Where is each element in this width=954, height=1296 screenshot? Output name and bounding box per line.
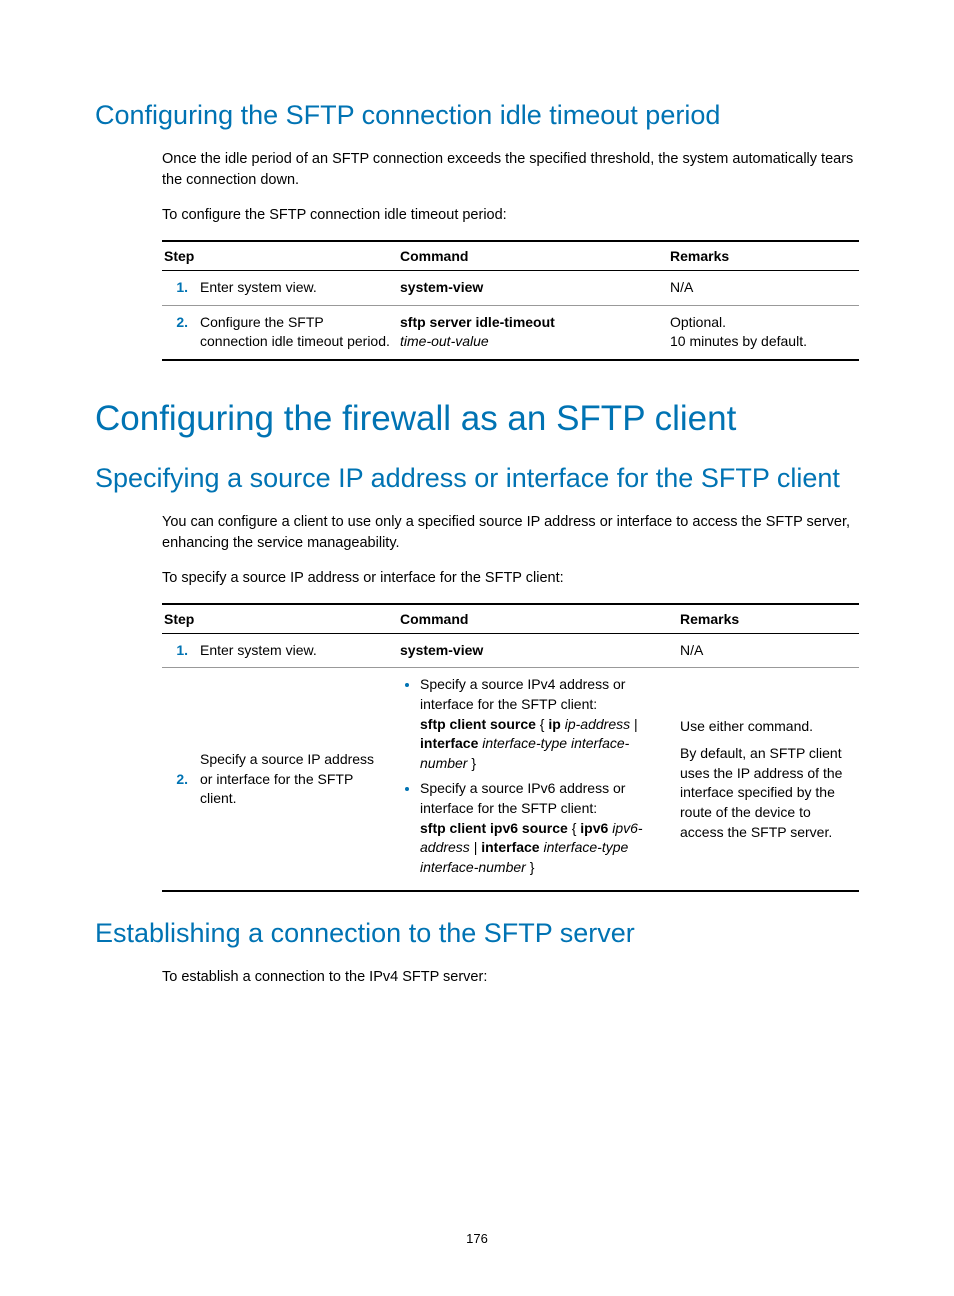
table-row: 1. Enter system view. system-view N/A [162,633,859,668]
step-desc: Configure the SFTP connection idle timeo… [198,305,398,360]
cmd-part: } [526,859,535,875]
para-s1-1: Once the idle period of an SFTP connecti… [162,149,859,191]
cmd-part: ip [548,716,560,732]
step-number: 1. [162,271,198,306]
cmd-part: { [568,820,580,836]
para-s3-1: You can configure a client to use only a… [162,512,859,554]
remark-line: By default, an SFTP client uses the IP a… [680,744,851,842]
heading-specify-source: Specifying a source IP address or interf… [95,463,859,494]
table-sftp-timeout: Step Command Remarks 1. Enter system vie… [162,240,859,361]
step-remarks: Use either command. By default, an SFTP … [678,668,859,891]
cmd-part: interface [420,735,478,751]
step-command: Specify a source IPv4 address or interfa… [398,668,678,891]
para-s1-2: To configure the SFTP connection idle ti… [162,205,859,226]
step-number: 1. [162,633,198,668]
th-step: Step [162,241,398,271]
cmd-part: } [467,755,476,771]
table-row: 2. Specify a source IP address or interf… [162,668,859,891]
cmd-intro: Specify a source IPv6 address or interfa… [420,780,625,816]
step-desc: Specify a source IP address or interface… [198,668,398,891]
th-remarks: Remarks [668,241,859,271]
heading-establish-connection: Establishing a connection to the SFTP se… [95,918,859,949]
heading-firewall-sftp-client: Configuring the firewall as an SFTP clie… [95,399,859,439]
remark-line: Optional. [670,314,726,330]
cmd-ital: time-out-value [400,333,489,349]
step-number: 2. [162,668,198,891]
cmd-part: sftp client source [420,716,536,732]
cmd-part: | [470,839,481,855]
cmd-part: | [630,716,638,732]
step-remarks: Optional. 10 minutes by default. [668,305,859,360]
step-command: system-view [398,271,668,306]
step-command: system-view [398,633,678,668]
cmd-bullet-ipv6: Specify a source IPv6 address or interfa… [420,779,670,877]
th-command: Command [398,241,668,271]
cmd-part: ip-address [561,716,630,732]
para-s3-2: To specify a source IP address or interf… [162,568,859,589]
table-source-ip: Step Command Remarks 1. Enter system vie… [162,603,859,893]
step-command: sftp server idle-timeout time-out-value [398,305,668,360]
cmd-part: sftp client ipv6 source [420,820,568,836]
th-remarks: Remarks [678,604,859,634]
th-command: Command [398,604,678,634]
cmd-part: interface [481,839,539,855]
cmd-bold: sftp server idle-timeout [400,314,555,330]
heading-sftp-timeout: Configuring the SFTP connection idle tim… [95,100,859,131]
cmd-bullet-ipv4: Specify a source IPv4 address or interfa… [420,675,670,773]
step-remarks: N/A [678,633,859,668]
th-step: Step [162,604,398,634]
step-number: 2. [162,305,198,360]
cmd-part: { [536,716,548,732]
step-desc: Enter system view. [198,271,398,306]
step-remarks: N/A [668,271,859,306]
table-row: 1. Enter system view. system-view N/A [162,271,859,306]
table-row: 2. Configure the SFTP connection idle ti… [162,305,859,360]
remark-line: Use either command. [680,717,851,737]
cmd-part: ipv6 [580,820,608,836]
step-desc: Enter system view. [198,633,398,668]
para-s4-1: To establish a connection to the IPv4 SF… [162,967,859,988]
page-number: 176 [0,1231,954,1246]
remark-line: 10 minutes by default. [670,333,807,349]
cmd-intro: Specify a source IPv4 address or interfa… [420,676,625,712]
